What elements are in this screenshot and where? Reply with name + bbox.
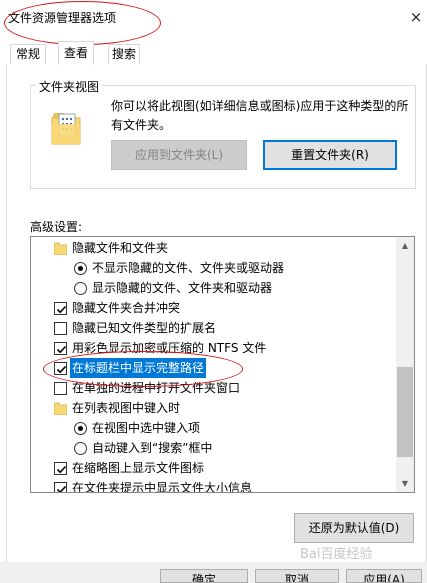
list-item[interactable]: 隐藏文件夹合并冲突 xyxy=(31,298,397,318)
list-item-label: 在标题栏中显示完整路径 xyxy=(70,358,207,378)
checkbox[interactable] xyxy=(54,482,67,492)
ok-button[interactable]: 确定 xyxy=(160,569,248,583)
list-item[interactable]: 用彩色显示加密或压缩的 NTFS 文件 xyxy=(31,338,397,358)
list-item-label: 自动键入到“搜索”框中 xyxy=(92,441,213,455)
list-item[interactable]: 在视图中选中键入项 xyxy=(31,418,397,438)
checkbox[interactable] xyxy=(54,342,67,355)
checkbox[interactable] xyxy=(54,382,67,395)
list-item-label: 在文件夹提示中显示文件大小信息 xyxy=(72,481,253,493)
list-item[interactable]: 在缩略图上显示文件图标 xyxy=(31,458,397,478)
checkbox[interactable] xyxy=(54,462,67,475)
radio-button[interactable] xyxy=(74,262,87,275)
folder-views-title: 文件夹视图 xyxy=(36,78,103,95)
scroll-up-icon[interactable]: ▲ xyxy=(396,237,414,254)
advanced-settings-list[interactable]: 隐藏文件和文件夹 不显示隐藏的文件、文件夹或驱动器 显示隐藏的文件、文件夹和驱动… xyxy=(30,236,415,493)
list-item: 隐藏文件和文件夹 xyxy=(31,238,397,258)
restore-defaults-button[interactable]: 还原为默认值(D) xyxy=(294,513,414,543)
list-scrollbar[interactable]: ▲ ▼ xyxy=(396,237,414,492)
list-item[interactable]: 在单独的进程中打开文件夹窗口 xyxy=(31,378,397,398)
folder-views-description: 你可以将此视图(如详细信息或图标)应用于这种类型的所有文件夹。 xyxy=(111,99,409,132)
apply-to-folders-button[interactable]: 应用到文件夹(L) xyxy=(111,140,247,170)
folder-icon xyxy=(54,402,67,415)
list-item-label: 隐藏已知文件类型的扩展名 xyxy=(72,321,217,335)
list-item[interactable]: 隐藏已知文件类型的扩展名 xyxy=(31,318,397,338)
radio-button[interactable] xyxy=(74,422,87,435)
list-item-label: 隐藏文件和文件夹 xyxy=(72,241,169,255)
list-item[interactable]: 在文件夹提示中显示文件大小信息 xyxy=(31,478,397,493)
tab-search[interactable]: 搜索 xyxy=(108,44,140,65)
list-item[interactable]: 自动键入到“搜索”框中 xyxy=(31,438,397,458)
list-item-label: 在缩略图上显示文件图标 xyxy=(72,461,205,475)
checkbox[interactable] xyxy=(54,302,67,315)
window-title: 文件资源管理器选项 xyxy=(8,11,117,25)
folder-icon xyxy=(54,242,67,255)
list-item-label: 不显示隐藏的文件、文件夹或驱动器 xyxy=(92,261,285,275)
apply-button[interactable]: 应用(A) xyxy=(346,569,422,583)
folder-view-icon xyxy=(51,113,81,145)
close-icon[interactable]: × xyxy=(405,2,427,32)
list-item-label: 隐藏文件夹合并冲突 xyxy=(72,301,181,315)
list-item-label: 在视图中选中键入项 xyxy=(92,421,201,435)
checkbox[interactable] xyxy=(54,362,67,375)
scroll-down-icon[interactable]: ▼ xyxy=(396,475,414,492)
checkbox[interactable] xyxy=(54,322,67,335)
tab-view[interactable]: 查看 xyxy=(58,41,94,65)
list-item-label: 在列表视图中键入时 xyxy=(72,401,181,415)
list-item-label: 用彩色显示加密或压缩的 NTFS 文件 xyxy=(72,341,267,355)
list-item[interactable]: 显示隐藏的文件、文件夹和驱动器 xyxy=(31,278,397,298)
cancel-button[interactable]: 取消 xyxy=(255,569,339,583)
title-bar: 文件资源管理器选项 × xyxy=(0,0,427,40)
list-item-label: 在单独的进程中打开文件夹窗口 xyxy=(72,381,241,395)
scrollbar-thumb[interactable] xyxy=(397,367,413,457)
list-item[interactable]: 不显示隐藏的文件、文件夹或驱动器 xyxy=(31,258,397,278)
advanced-settings-label: 高级设置: xyxy=(30,220,83,234)
radio-button[interactable] xyxy=(74,442,87,455)
list-item-selected[interactable]: 在标题栏中显示完整路径 xyxy=(31,358,397,378)
radio-button[interactable] xyxy=(74,282,87,295)
tab-general[interactable]: 常规 xyxy=(10,44,46,65)
reset-folders-button[interactable]: 重置文件夹(R) xyxy=(263,140,397,170)
list-item: 在列表视图中键入时 xyxy=(31,398,397,418)
list-item-label: 显示隐藏的文件、文件夹和驱动器 xyxy=(92,281,273,295)
